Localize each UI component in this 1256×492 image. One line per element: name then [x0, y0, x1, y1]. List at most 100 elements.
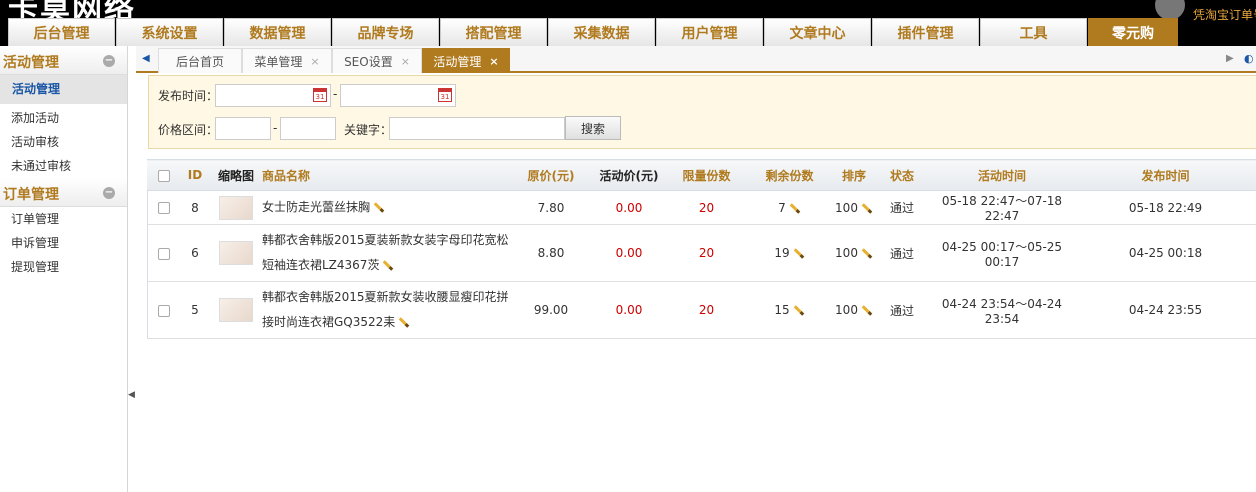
tab-home[interactable]: 后台首页 — [158, 48, 242, 73]
nav-item-collect[interactable]: 采集数据 — [548, 18, 655, 46]
tab-label: 菜单管理 — [254, 54, 303, 69]
publish-start-input[interactable]: 31 — [215, 84, 331, 107]
edit-pencil-icon[interactable] — [861, 202, 873, 214]
sort-value: 100 — [835, 246, 858, 260]
nav-item-articles[interactable]: 文章中心 — [764, 18, 871, 46]
user-link[interactable]: 凭淘宝订单号 — [1193, 6, 1256, 23]
nav-item-tools[interactable]: 工具 — [980, 18, 1087, 46]
col-sort[interactable]: 排序 — [833, 159, 875, 191]
sidebar-section-activity[interactable]: 活动管理 − — [0, 46, 127, 75]
sidebar-item-activity-manage[interactable]: 活动管理 — [0, 75, 127, 104]
edit-pencil-icon[interactable] — [373, 202, 385, 213]
collapse-icon[interactable]: − — [103, 55, 115, 67]
row-checkbox[interactable] — [157, 304, 170, 317]
refresh-icon[interactable]: ◐ — [1244, 52, 1254, 65]
product-name[interactable]: 女士防走光蕾丝抹胸 — [262, 200, 370, 214]
row-select-cell — [147, 190, 180, 225]
product-name[interactable]: 韩都衣舍韩版2015夏装新款女装字母印花宽松短袖连衣裙LZ4367茨 — [262, 233, 509, 272]
edit-pencil-icon[interactable] — [383, 260, 394, 271]
tab-bar: ◀ 后台首页 菜单管理 × SEO设置 × 活动管理 × ▶ ◐ — [136, 46, 1256, 73]
col-product-name[interactable]: 商品名称 — [262, 159, 511, 191]
tab-scroll-left-icon[interactable]: ◀ — [142, 53, 150, 64]
keyword-input[interactable] — [389, 117, 565, 140]
limit-count: 20 — [667, 224, 746, 282]
product-name[interactable]: 韩都衣舍韩版2015夏新款女装收腰显瘦印花拼接时尚连衣裙GQ3522耒 — [262, 290, 509, 329]
calendar-icon[interactable]: 31 — [438, 88, 452, 102]
col-status[interactable]: 状态 — [875, 159, 929, 191]
row-checkbox[interactable] — [157, 202, 170, 214]
nav-item-data[interactable]: 数据管理 — [224, 18, 331, 46]
col-original-price[interactable]: 原价(元) — [511, 159, 591, 191]
price-min-input[interactable] — [215, 117, 271, 140]
keyword-label: 关键字： — [344, 123, 393, 137]
tab-seo-settings[interactable]: SEO设置 × — [332, 48, 422, 73]
close-icon[interactable]: × — [401, 55, 410, 68]
sort-cell: 100 — [833, 190, 875, 225]
nav-item-zero-buy[interactable]: 零元购 — [1088, 18, 1178, 46]
sidebar-item-appeals[interactable]: 申诉管理 — [0, 231, 127, 255]
col-publish-time[interactable]: 发布时间 — [1075, 159, 1256, 191]
close-icon[interactable]: × — [310, 55, 319, 68]
table-header-row: ID 缩略图 商品名称 原价(元) 活动价(元) 限量份数 剩余份数 排序 状态… — [147, 159, 1256, 191]
col-id[interactable]: ID — [180, 159, 210, 191]
status: 通过 — [875, 190, 929, 225]
table-row[interactable]: 8 女士防走光蕾丝抹胸 7.80 0.00 20 7 100 通过 05-18 … — [147, 190, 1256, 225]
table-row[interactable]: 6 韩都衣舍韩版2015夏装新款女装字母印花宽松短袖连衣裙LZ4367茨 8.8… — [147, 224, 1256, 282]
sidebar-section-orders[interactable]: 订单管理 − — [0, 178, 127, 207]
original-price: 8.80 — [511, 224, 591, 282]
avatar[interactable] — [1155, 0, 1185, 20]
sidebar-section-title: 订单管理 — [3, 187, 59, 203]
table-row[interactable]: 5 韩都衣舍韩版2015夏新款女装收腰显瘦印花拼接时尚连衣裙GQ3522耒 99… — [147, 281, 1256, 339]
main-nav: 后台管理 系统设置 数据管理 品牌专场 搭配管理 采集数据 用户管理 文章中心 … — [8, 18, 1179, 46]
nav-item-users[interactable]: 用户管理 — [656, 18, 763, 46]
col-remaining[interactable]: 剩余份数 — [746, 159, 833, 191]
thumbnail-cell — [210, 224, 262, 282]
product-thumbnail[interactable] — [219, 241, 253, 265]
price-max-input[interactable] — [280, 117, 336, 140]
calendar-icon[interactable]: 31 — [313, 88, 327, 102]
dash: - — [273, 121, 278, 135]
remaining-cell: 15 — [746, 281, 833, 339]
nav-item-system-settings[interactable]: 系统设置 — [116, 18, 223, 46]
tab-activity-manage[interactable]: 活动管理 × — [422, 48, 510, 73]
sort-cell: 100 — [833, 281, 875, 339]
nav-item-matching[interactable]: 搭配管理 — [440, 18, 547, 46]
col-activity-time[interactable]: 活动时间 — [929, 159, 1075, 191]
remaining-cell: 7 — [746, 190, 833, 225]
sidebar-section-title: 活动管理 — [3, 55, 59, 71]
edit-pencil-icon[interactable] — [789, 202, 801, 214]
publish-end-input[interactable]: 31 — [340, 84, 456, 107]
sidebar: 活动管理 − 活动管理 添加活动 活动审核 未通过审核 订单管理 − 订单管理 … — [0, 46, 128, 492]
sidebar-item-order-manage[interactable]: 订单管理 — [0, 207, 127, 231]
edit-pencil-icon[interactable] — [861, 248, 873, 259]
activity-price: 0.00 — [591, 224, 667, 282]
edit-pencil-icon[interactable] — [861, 305, 873, 316]
tab-scroll-right-icon[interactable]: ▶ — [1226, 53, 1234, 64]
sidebar-item-withdraw[interactable]: 提现管理 — [0, 255, 127, 279]
nav-item-backend[interactable]: 后台管理 — [8, 18, 115, 46]
tab-label: SEO设置 — [344, 54, 393, 69]
collapse-icon[interactable]: − — [103, 187, 115, 199]
sidebar-item-add-activity[interactable]: 添加活动 — [0, 106, 127, 130]
activity-table: ID 缩略图 商品名称 原价(元) 活动价(元) 限量份数 剩余份数 排序 状态… — [147, 159, 1256, 339]
product-thumbnail[interactable] — [219, 298, 253, 322]
edit-pencil-icon[interactable] — [793, 305, 804, 316]
close-icon[interactable]: × — [489, 55, 498, 68]
search-button[interactable]: 搜索 — [565, 116, 621, 140]
row-select-cell — [147, 281, 180, 339]
sidebar-item-activity-review[interactable]: 活动审核 — [0, 130, 127, 154]
nav-item-plugins[interactable]: 插件管理 — [872, 18, 979, 46]
tab-label: 活动管理 — [433, 54, 482, 69]
product-thumbnail[interactable] — [219, 195, 253, 220]
sidebar-collapse-arrow-icon[interactable]: ◀ — [128, 390, 136, 402]
sort-cell: 100 — [833, 224, 875, 282]
edit-pencil-icon[interactable] — [398, 317, 410, 328]
nav-item-brand[interactable]: 品牌专场 — [332, 18, 439, 46]
activity-time: 04-24 23:54～04-24 23:54 — [929, 281, 1075, 339]
col-limit[interactable]: 限量份数 — [667, 159, 746, 191]
sidebar-item-rejected[interactable]: 未通过审核 — [0, 154, 127, 178]
edit-pencil-icon[interactable] — [793, 248, 804, 259]
select-all-checkbox[interactable] — [157, 169, 170, 182]
tab-menu-manage[interactable]: 菜单管理 × — [242, 48, 332, 73]
row-checkbox[interactable] — [157, 247, 170, 260]
